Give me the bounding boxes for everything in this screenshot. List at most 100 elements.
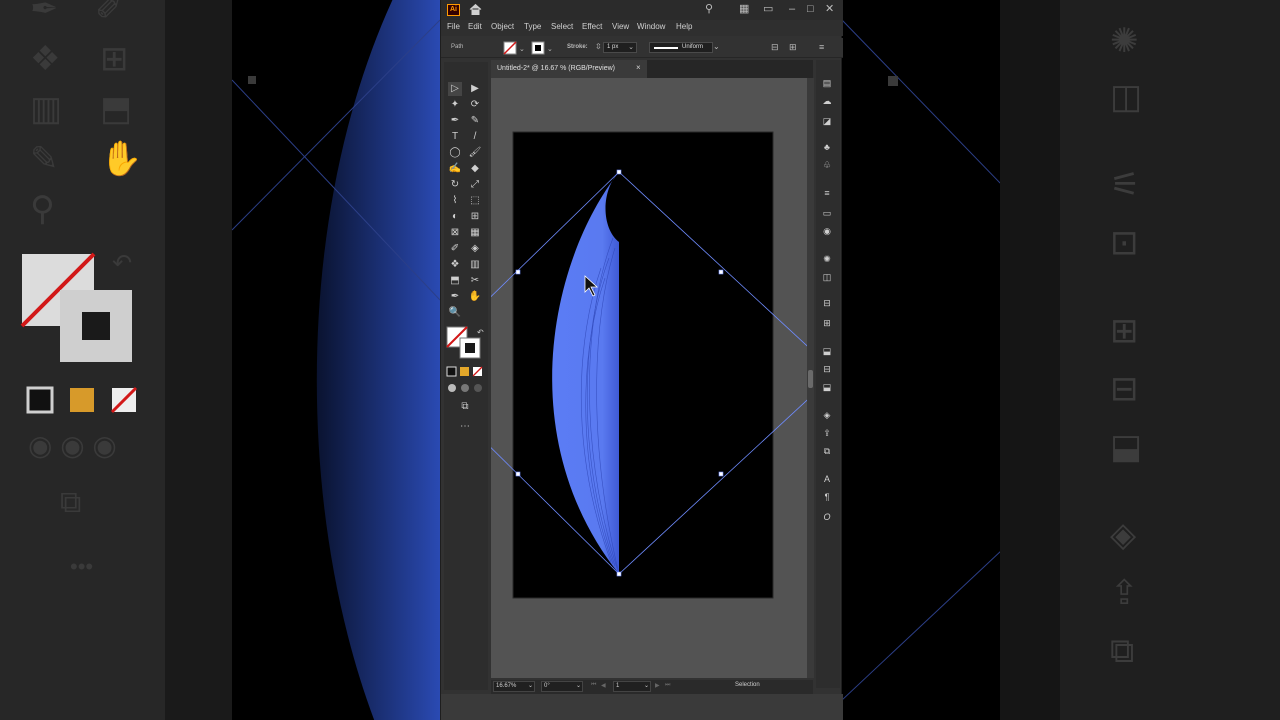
- align-icon[interactable]: ⊟: [820, 296, 834, 310]
- symbol-sprayer-tool[interactable]: ❖: [448, 258, 462, 272]
- chevron-down-icon[interactable]: ⌄: [628, 43, 634, 51]
- more-tools-icon[interactable]: ⋯: [458, 420, 472, 434]
- control-bar-menu-icon[interactable]: ≡: [819, 42, 824, 52]
- menu-select[interactable]: Select: [551, 22, 573, 31]
- column-graph-tool[interactable]: ▥: [468, 258, 482, 272]
- bounding-handle-left-bottom[interactable]: [515, 471, 521, 477]
- appearance-icon[interactable]: ✺: [820, 252, 834, 266]
- scrollbar-thumb[interactable]: [808, 370, 813, 388]
- color-guide-icon[interactable]: ◪: [820, 114, 834, 128]
- rotate-view-field[interactable]: 0° ⌄: [541, 681, 583, 692]
- close-icon[interactable]: ✕: [825, 3, 834, 16]
- gradient-icon[interactable]: ▭: [820, 206, 834, 220]
- previous-artboard-icon[interactable]: ◀: [601, 682, 606, 689]
- perspective-tool[interactable]: ⊞: [468, 210, 482, 224]
- layers-icon[interactable]: ◈: [820, 408, 834, 422]
- align-options-icon[interactable]: ⊟: [771, 42, 779, 53]
- properties-icon[interactable]: ▤: [820, 76, 834, 90]
- artboards-icon[interactable]: ⧉: [820, 444, 834, 458]
- scale-tool[interactable]: ⤢: [468, 178, 482, 192]
- transform-options-icon[interactable]: ⊞: [789, 42, 797, 53]
- anchor-handle-bottom[interactable]: [616, 571, 622, 577]
- eyedropper-alt-tool[interactable]: ✒: [448, 290, 462, 304]
- stroke-swatch[interactable]: ⌄: [531, 41, 555, 55]
- workspace-switcher-icon[interactable]: ▦: [739, 3, 749, 16]
- ellipse-tool[interactable]: ◯: [448, 146, 462, 160]
- warp-tool[interactable]: ⌇: [448, 194, 462, 208]
- hand-tool[interactable]: ✋: [468, 290, 482, 304]
- libraries-icon[interactable]: ☁: [820, 94, 834, 108]
- rotate-tool[interactable]: ↻: [448, 178, 462, 192]
- selection-tool[interactable]: ▷: [448, 82, 462, 96]
- home-icon[interactable]: [469, 3, 482, 16]
- pathfinder-alt-icon[interactable]: ⬓: [820, 380, 834, 394]
- magic-wand-tool[interactable]: ✦: [448, 98, 462, 112]
- asset-export-icon[interactable]: ⇪: [820, 426, 834, 440]
- artboard-view[interactable]: [491, 78, 807, 678]
- menu-view[interactable]: View: [612, 22, 629, 31]
- paintbrush-tool[interactable]: 🖌: [468, 146, 482, 160]
- shape-builder-tool[interactable]: ◐: [448, 210, 462, 224]
- curvature-tool[interactable]: ✎: [468, 114, 482, 128]
- stroke-weight-stepper-icon[interactable]: ⇳: [595, 42, 602, 51]
- opentype-icon[interactable]: O: [820, 510, 834, 524]
- stroke-weight-field[interactable]: 1 px ⌄: [603, 42, 637, 53]
- transform-icon[interactable]: ⊞: [820, 316, 834, 330]
- chevron-down-icon[interactable]: ⌄: [713, 42, 720, 51]
- paragraph-icon[interactable]: ¶: [820, 490, 834, 504]
- line-tool[interactable]: /: [468, 130, 482, 144]
- search-icon[interactable]: ⚲: [705, 3, 713, 16]
- menu-object[interactable]: Object: [491, 22, 514, 31]
- artboard-tool[interactable]: ⬒: [448, 274, 462, 288]
- stroke-icon[interactable]: ≡: [820, 186, 834, 200]
- type-tool[interactable]: T: [448, 130, 462, 144]
- screen-mode-icon[interactable]: ⧉: [458, 400, 472, 414]
- mesh-tool[interactable]: ⊠: [448, 226, 462, 240]
- bounding-handle-right-bottom[interactable]: [718, 471, 724, 477]
- zoom-tool[interactable]: 🔍: [448, 306, 462, 320]
- fill-swatch[interactable]: ⌄: [503, 41, 527, 55]
- brushes-icon[interactable]: ♣: [820, 140, 834, 154]
- minimize-icon[interactable]: –: [789, 3, 795, 16]
- direct-selection-tool[interactable]: ▶: [468, 82, 482, 96]
- character-icon[interactable]: A: [820, 472, 834, 486]
- menu-type[interactable]: Type: [524, 22, 541, 31]
- menu-file[interactable]: File: [447, 22, 460, 31]
- pen-tool[interactable]: ✒: [448, 114, 462, 128]
- blend-tool[interactable]: ◈: [468, 242, 482, 256]
- menu-effect[interactable]: Effect: [582, 22, 602, 31]
- menu-help[interactable]: Help: [676, 22, 692, 31]
- anchor-handle-top[interactable]: [616, 169, 622, 175]
- lasso-tool[interactable]: ⟳: [468, 98, 482, 112]
- chevron-down-icon[interactable]: ⌄: [528, 682, 533, 689]
- color-mode-buttons[interactable]: [446, 366, 486, 378]
- last-artboard-icon[interactable]: ⏭: [665, 682, 670, 689]
- menu-window[interactable]: Window: [637, 22, 665, 31]
- gradient-tool[interactable]: ▦: [468, 226, 482, 240]
- chevron-down-icon[interactable]: ⌄: [644, 682, 649, 689]
- stroke-profile-dropdown[interactable]: Uniform: [649, 42, 713, 53]
- document-tab[interactable]: Untitled-2* @ 16.67 % (RGB/Preview) ×: [491, 60, 647, 78]
- transparency-icon[interactable]: ◉: [820, 224, 834, 238]
- next-artboard-icon[interactable]: ▶: [655, 682, 660, 689]
- free-transform-tool[interactable]: ⬚: [468, 194, 482, 208]
- symbols-icon[interactable]: ♧: [820, 158, 834, 172]
- arrange-documents-icon[interactable]: ▭: [763, 3, 773, 16]
- bounding-handle-right-top[interactable]: [718, 269, 724, 275]
- artboard[interactable]: [512, 131, 774, 599]
- bounding-handle-left-top[interactable]: [515, 269, 521, 275]
- fill-stroke-widget[interactable]: ↶: [446, 326, 486, 362]
- align-panel-icon[interactable]: ⊟: [820, 362, 834, 376]
- eyedropper-tool[interactable]: ✐: [448, 242, 462, 256]
- graphic-styles-icon[interactable]: ◫: [820, 270, 834, 284]
- shaper-tool[interactable]: ✍: [448, 162, 462, 176]
- menu-edit[interactable]: Edit: [468, 22, 482, 31]
- close-tab-icon[interactable]: ×: [636, 63, 641, 72]
- draw-mode-buttons[interactable]: [446, 382, 486, 394]
- eraser-tool[interactable]: ◆: [468, 162, 482, 176]
- slice-tool[interactable]: ✂: [468, 274, 482, 288]
- zoom-level-field[interactable]: 16.67% ⌄: [493, 681, 535, 692]
- artboard-number-field[interactable]: 1 ⌄: [613, 681, 651, 692]
- chevron-down-icon[interactable]: ⌄: [576, 682, 581, 689]
- first-artboard-icon[interactable]: ⏮: [591, 682, 596, 689]
